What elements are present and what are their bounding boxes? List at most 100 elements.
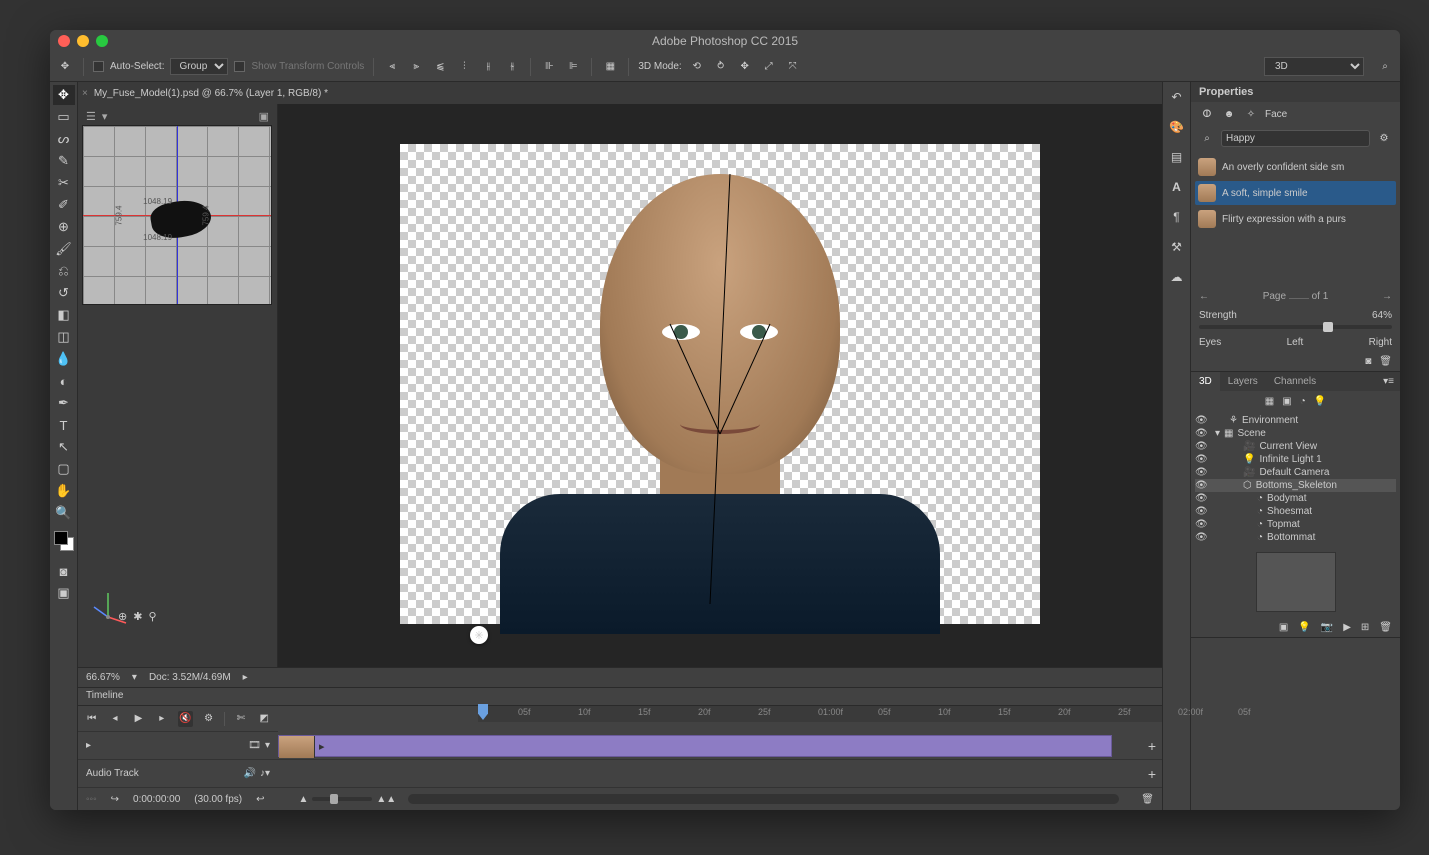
scale-3d-icon[interactable]: ⤧ bbox=[784, 58, 802, 76]
expression-item[interactable]: A soft, simple smile bbox=[1195, 181, 1396, 205]
auto-select-checkbox[interactable] bbox=[93, 61, 104, 72]
libraries-panel-icon[interactable]: ⚒ bbox=[1168, 238, 1186, 256]
distribute2-icon[interactable]: ⊫ bbox=[564, 58, 582, 76]
align-right-icon[interactable]: ⫹ bbox=[431, 58, 449, 76]
timeline-clip[interactable]: ▸ bbox=[278, 735, 1112, 757]
eyedropper-tool[interactable]: ✐ bbox=[53, 195, 75, 215]
align-hcenter-icon[interactable]: ⫸ bbox=[407, 58, 425, 76]
color-panel-icon[interactable]: 🎨 bbox=[1168, 118, 1186, 136]
ground-shadow-handle[interactable]: ✳ bbox=[470, 626, 488, 644]
zoom-out-icon[interactable]: ▲ bbox=[299, 794, 309, 805]
new-light-icon[interactable]: 💡 bbox=[1298, 622, 1310, 633]
orbit-icon[interactable]: ⟲ bbox=[688, 58, 706, 76]
add-audio-icon[interactable]: + bbox=[1142, 766, 1162, 782]
track-menu-icon[interactable]: ▾ bbox=[265, 740, 270, 751]
visibility-icon[interactable]: 👁 bbox=[1195, 506, 1207, 517]
move-tool-icon[interactable]: ✥ bbox=[56, 58, 74, 76]
align-left-icon[interactable]: ⫷ bbox=[383, 58, 401, 76]
new-camera-icon[interactable]: 📷 bbox=[1321, 622, 1333, 633]
visibility-icon[interactable]: 👁 bbox=[1195, 467, 1207, 478]
visibility-icon[interactable]: 👁 bbox=[1195, 532, 1207, 543]
track-film-icon[interactable]: 🎞 bbox=[248, 740, 261, 751]
tab-layers[interactable]: Layers bbox=[1220, 372, 1266, 391]
timecode[interactable]: 0:00:00:00 bbox=[133, 794, 180, 805]
mute-icon[interactable]: 🔇 bbox=[178, 711, 193, 727]
tree-item[interactable]: 👁◔Bottommat bbox=[1195, 531, 1396, 544]
visibility-icon[interactable]: 👁 bbox=[1195, 519, 1207, 530]
view-home-icon[interactable]: ☰ bbox=[86, 110, 96, 123]
strength-value[interactable]: 64% bbox=[1372, 310, 1392, 321]
light-widget-icon[interactable]: ✱ bbox=[133, 610, 142, 623]
swatches-panel-icon[interactable]: ▤ bbox=[1168, 148, 1186, 166]
auto-select-dropdown[interactable]: Group bbox=[170, 58, 228, 75]
maximize-icon[interactable] bbox=[96, 35, 108, 47]
zoom-in-icon[interactable]: ▲▲ bbox=[376, 794, 396, 805]
filter-scene-icon[interactable]: ▦ bbox=[1265, 396, 1274, 407]
audio-mute-icon[interactable]: 🔊 bbox=[244, 768, 256, 779]
render-icon[interactable]: ▶ bbox=[1343, 622, 1351, 633]
render-icon[interactable]: ↪ bbox=[111, 794, 119, 805]
audio-note-icon[interactable]: ♪▾ bbox=[260, 768, 270, 779]
marquee-tool[interactable]: ▭ bbox=[53, 107, 75, 127]
zoom-slider[interactable] bbox=[312, 797, 372, 801]
render-prop-icon[interactable]: ◙ bbox=[1365, 356, 1371, 367]
type-tool[interactable]: T bbox=[53, 415, 75, 435]
visibility-icon[interactable]: 👁 bbox=[1195, 428, 1207, 439]
view-expand-icon[interactable]: ▣ bbox=[259, 110, 269, 123]
tree-item[interactable]: 👁◔Bodymat bbox=[1195, 492, 1396, 505]
quick-select-tool[interactable]: ✎ bbox=[53, 151, 75, 171]
healing-tool[interactable]: ⊕ bbox=[53, 217, 75, 237]
split-icon[interactable]: ✄ bbox=[233, 711, 248, 727]
gradient-tool[interactable]: ◫ bbox=[53, 327, 75, 347]
zoom-tool[interactable]: 🔍 bbox=[53, 503, 75, 523]
history-panel-icon[interactable]: ↶ bbox=[1168, 88, 1186, 106]
align-top-icon[interactable]: ⫶ bbox=[455, 58, 473, 76]
auto-align-icon[interactable]: ▦ bbox=[601, 58, 619, 76]
delete-icon[interactable]: 🗑 bbox=[1379, 622, 1392, 633]
stamp-tool[interactable]: ⎌ bbox=[53, 261, 75, 281]
coords-icon[interactable]: ✧ bbox=[1243, 106, 1259, 122]
settings-icon[interactable]: ⚙ bbox=[201, 711, 216, 727]
play-icon[interactable]: ▶ bbox=[131, 711, 146, 727]
cc-libraries-icon[interactable]: ☁ bbox=[1168, 268, 1186, 286]
ground-plane-icon[interactable]: ⊕ bbox=[118, 610, 127, 623]
filter-mesh-icon[interactable]: ▣ bbox=[1282, 396, 1291, 407]
align-vcenter-icon[interactable]: ⫲ bbox=[479, 58, 497, 76]
document-tab-title[interactable]: My_Fuse_Model(1).psd @ 66.7% (Layer 1, R… bbox=[94, 88, 328, 99]
filter-light-icon[interactable]: 💡 bbox=[1314, 396, 1326, 407]
search-icon[interactable]: ⌕ bbox=[1376, 58, 1394, 76]
tree-item[interactable]: 👁🎥Current View bbox=[1195, 440, 1396, 453]
prev-frame-icon[interactable]: ◂ bbox=[107, 711, 122, 727]
search-icon[interactable]: ⌕ bbox=[1199, 131, 1215, 147]
close-tab-icon[interactable]: × bbox=[82, 88, 88, 99]
expression-item[interactable]: Flirty expression with a purs bbox=[1195, 207, 1396, 231]
visibility-icon[interactable]: 👁 bbox=[1195, 415, 1207, 426]
tab-channels[interactable]: Channels bbox=[1266, 372, 1324, 391]
adjustments-panel-icon[interactable]: A bbox=[1168, 178, 1186, 196]
new-icon[interactable]: ⊞ bbox=[1361, 622, 1369, 633]
gear-icon[interactable]: ⚙ bbox=[1376, 131, 1392, 147]
secondary-3d-view[interactable]: 1048.19 1048.19 759.4 759.4 bbox=[82, 125, 272, 305]
screen-mode-icon[interactable]: ▣ bbox=[53, 583, 75, 603]
pan-icon[interactable]: ✥ bbox=[736, 58, 754, 76]
expand-icon[interactable]: ▾ bbox=[1215, 428, 1220, 439]
zoom-level[interactable]: 66.67% bbox=[86, 672, 120, 683]
tree-item[interactable]: 👁⚘Environment bbox=[1195, 414, 1396, 427]
filter-material-icon[interactable]: ◔ bbox=[1300, 396, 1306, 407]
page-prev-icon[interactable]: ← bbox=[1199, 291, 1209, 302]
slide-icon[interactable]: ⤢ bbox=[760, 58, 778, 76]
tree-item[interactable]: 👁◔Shoesmat bbox=[1195, 505, 1396, 518]
eyes-right-button[interactable]: Right bbox=[1369, 337, 1392, 348]
view-camera-icon[interactable]: ▾ bbox=[102, 110, 108, 123]
timeline-ruler[interactable]: 05f10f15f20f25f01:00f05f10f15f20f25f02:0… bbox=[478, 706, 1162, 722]
tree-item[interactable]: 👁⬡Bottoms_Skeleton bbox=[1195, 479, 1396, 492]
add-media-icon[interactable]: + bbox=[1142, 738, 1162, 754]
strength-slider[interactable] bbox=[1199, 325, 1392, 329]
mask-icon[interactable]: ☻ bbox=[1221, 106, 1237, 122]
goto-start-icon[interactable]: ⏮ bbox=[84, 711, 99, 727]
crop-tool[interactable]: ✂ bbox=[53, 173, 75, 193]
tree-item[interactable]: 👁🎥Default Camera bbox=[1195, 466, 1396, 479]
eyes-left-button[interactable]: Left bbox=[1287, 337, 1304, 348]
expression-item[interactable]: An overly confident side sm bbox=[1195, 155, 1396, 179]
tree-item[interactable]: 👁▾▦Scene bbox=[1195, 427, 1396, 440]
